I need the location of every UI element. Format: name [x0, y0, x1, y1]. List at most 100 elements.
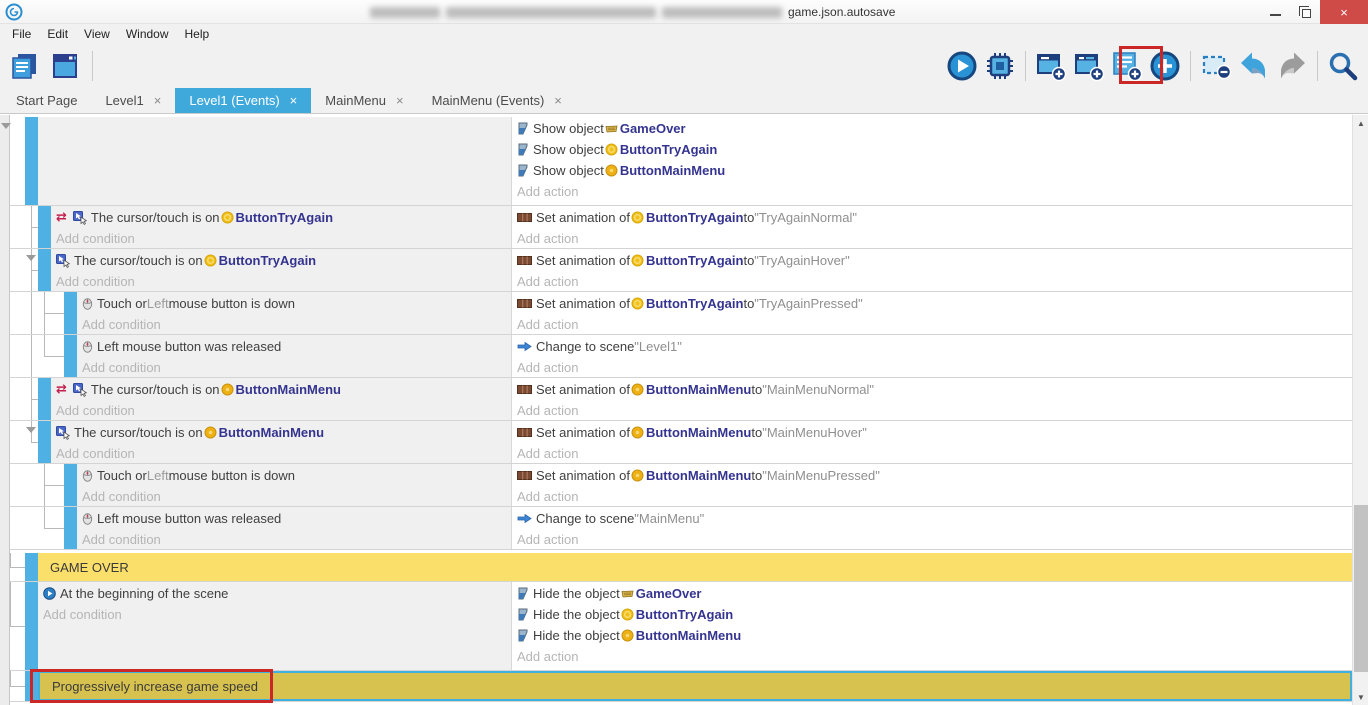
event-indent-bar[interactable]	[38, 206, 51, 248]
add-placeholder[interactable]: Add condition	[51, 443, 511, 463]
event-instruction[interactable]: Touch or Left mouse button is down	[77, 293, 511, 314]
redo-button[interactable]	[1275, 48, 1309, 84]
actions-cell[interactable]: Set animation of ButtonMainMenu to "Main…	[511, 464, 1352, 506]
actions-cell[interactable]: Set animation of ButtonMainMenu to "Main…	[511, 378, 1352, 420]
event-instruction[interactable]: Set animation of ButtonMainMenu to "Main…	[512, 379, 1352, 400]
event-instruction[interactable]: Set animation of ButtonTryAgain to "TryA…	[512, 250, 1352, 271]
add-placeholder[interactable]: Add condition	[38, 604, 511, 625]
tab-mainmenu-events[interactable]: MainMenu (Events) ×	[418, 88, 576, 113]
conditions-cell[interactable]: ⇄The cursor/touch is on ButtonTryAgainAd…	[51, 206, 511, 248]
add-placeholder[interactable]: Add action	[512, 400, 1352, 420]
comment-row[interactable]: Progressively increase game speed	[10, 671, 1352, 702]
event-instruction[interactable]: The cursor/touch is on ButtonMainMenu	[51, 422, 511, 443]
add-placeholder[interactable]: Add action	[512, 271, 1352, 291]
actions-cell[interactable]: Set animation of ButtonTryAgain to "TryA…	[511, 206, 1352, 248]
event-row[interactable]: ⇄The cursor/touch is on ButtonMainMenuAd…	[10, 378, 1352, 421]
tab-mainmenu[interactable]: MainMenu ×	[311, 88, 417, 113]
event-indent-bar[interactable]	[38, 378, 51, 420]
undo-button[interactable]	[1237, 48, 1271, 84]
conditions-cell[interactable]: At the beginning of the sceneAdd conditi…	[38, 582, 511, 670]
actions-cell[interactable]: Set animation of ButtonTryAgain to "TryA…	[511, 292, 1352, 334]
event-instruction[interactable]: At the beginning of the scene	[38, 583, 511, 604]
conditions-cell[interactable]: The cursor/touch is on ButtonMainMenuAdd…	[51, 421, 511, 463]
actions-cell[interactable]: Change to scene "Level1"Add action	[511, 335, 1352, 377]
menu-view[interactable]: View	[76, 24, 118, 44]
event-instruction[interactable]: Hide the object ButtonTryAgain	[512, 604, 1352, 625]
event-instruction[interactable]: Hide the object ButtonMainMenu	[512, 625, 1352, 646]
minimize-button[interactable]	[1260, 0, 1290, 24]
vertical-scrollbar[interactable]: ▲ ▼	[1352, 115, 1368, 705]
comment-text[interactable]: GAME OVER	[38, 553, 1352, 581]
actions-cell[interactable]: Change to scene "MainMenu"Add action	[511, 507, 1352, 549]
add-placeholder[interactable]: Add condition	[51, 228, 511, 248]
event-instruction[interactable]: Hide the object GameOver	[512, 583, 1352, 604]
event-indent-bar[interactable]	[25, 553, 38, 581]
actions-cell[interactable]: Set animation of ButtonTryAgain to "TryA…	[511, 249, 1352, 291]
conditions-cell[interactable]: The cursor/touch is on ButtonTryAgainAdd…	[51, 249, 511, 291]
menu-window[interactable]: Window	[118, 24, 177, 44]
event-instruction[interactable]: ⇄The cursor/touch is on ButtonMainMenu	[51, 379, 511, 400]
tab-close-icon[interactable]: ×	[290, 93, 298, 108]
conditions-cell[interactable]: Touch or Left mouse button is downAdd co…	[77, 464, 511, 506]
collapse-arrow-icon[interactable]	[26, 427, 36, 433]
add-placeholder[interactable]: Add action	[512, 228, 1352, 248]
event-row[interactable]: Touch or Left mouse button is downAdd co…	[10, 464, 1352, 507]
search-button[interactable]	[1326, 48, 1360, 84]
event-row[interactable]: Touch or Left mouse button is downAdd co…	[10, 292, 1352, 335]
event-instruction[interactable]: The cursor/touch is on ButtonTryAgain	[51, 250, 511, 271]
tab-close-icon[interactable]: ×	[154, 93, 162, 108]
restore-button[interactable]	[1290, 0, 1320, 24]
add-placeholder[interactable]: Add action	[512, 486, 1352, 506]
event-instruction[interactable]: Change to scene "MainMenu"	[512, 508, 1352, 529]
tab-level1-events[interactable]: Level1 (Events) ×	[175, 88, 311, 113]
event-row[interactable]: At the beginning of the sceneAdd conditi…	[10, 582, 1352, 671]
event-indent-bar[interactable]	[64, 335, 77, 377]
scroll-down-arrow-icon[interactable]: ▼	[1353, 689, 1368, 705]
event-instruction[interactable]: Left mouse button was released	[77, 508, 511, 529]
close-button[interactable]: ×	[1320, 0, 1368, 24]
event-instruction[interactable]: Set animation of ButtonMainMenu to "Main…	[512, 465, 1352, 486]
preview-play-button[interactable]	[945, 48, 979, 84]
add-placeholder[interactable]: Add condition	[77, 529, 511, 549]
event-instruction[interactable]: Show object ButtonTryAgain	[512, 139, 1352, 160]
conditions-cell[interactable]	[38, 117, 511, 205]
event-instruction[interactable]: Set animation of ButtonTryAgain to "TryA…	[512, 207, 1352, 228]
event-indent-bar[interactable]	[38, 249, 51, 291]
add-placeholder[interactable]: Add action	[512, 357, 1352, 377]
add-object-button[interactable]	[1148, 48, 1182, 84]
add-placeholder[interactable]: Add condition	[77, 314, 511, 334]
project-manager-button[interactable]	[8, 48, 42, 84]
conditions-cell[interactable]: Left mouse button was releasedAdd condit…	[77, 507, 511, 549]
add-placeholder[interactable]: Add condition	[77, 357, 511, 377]
tab-level1[interactable]: Level1 ×	[91, 88, 175, 113]
add-scene-window-button[interactable]	[1034, 48, 1068, 84]
event-indent-bar[interactable]	[64, 292, 77, 334]
event-indent-bar[interactable]	[25, 117, 38, 205]
menu-help[interactable]: Help	[177, 24, 218, 44]
add-placeholder[interactable]: Add action	[512, 181, 1352, 202]
collapse-arrow-icon[interactable]	[1, 123, 11, 129]
debug-button[interactable]	[983, 48, 1017, 84]
menu-edit[interactable]: Edit	[39, 24, 76, 44]
event-row[interactable]: Left mouse button was releasedAdd condit…	[10, 335, 1352, 378]
comment-row[interactable]: GAME OVER	[10, 553, 1352, 582]
scrollbar-thumb[interactable]	[1354, 505, 1368, 672]
scene-editor-button[interactable]	[48, 48, 82, 84]
event-indent-bar[interactable]	[25, 582, 38, 670]
event-row[interactable]: The cursor/touch is on ButtonTryAgainAdd…	[10, 249, 1352, 292]
comment-text[interactable]: Progressively increase game speed	[38, 671, 1352, 701]
tab-close-icon[interactable]: ×	[554, 93, 562, 108]
event-indent-bar[interactable]	[25, 671, 38, 701]
add-placeholder[interactable]: Add condition	[77, 486, 511, 506]
actions-cell[interactable]: Show object GameOverShow object ButtonTr…	[511, 117, 1352, 205]
scroll-up-arrow-icon[interactable]: ▲	[1353, 115, 1368, 131]
add-external-events-button[interactable]	[1110, 48, 1144, 84]
menu-file[interactable]: File	[4, 24, 39, 44]
actions-cell[interactable]: Hide the object GameOverHide the object …	[511, 582, 1352, 670]
add-external-layout-button[interactable]	[1072, 48, 1106, 84]
add-placeholder[interactable]: Add action	[512, 529, 1352, 549]
conditions-cell[interactable]: ⇄The cursor/touch is on ButtonMainMenuAd…	[51, 378, 511, 420]
event-instruction[interactable]: Left mouse button was released	[77, 336, 511, 357]
event-instruction[interactable]: Touch or Left mouse button is down	[77, 465, 511, 486]
conditions-cell[interactable]: Touch or Left mouse button is downAdd co…	[77, 292, 511, 334]
